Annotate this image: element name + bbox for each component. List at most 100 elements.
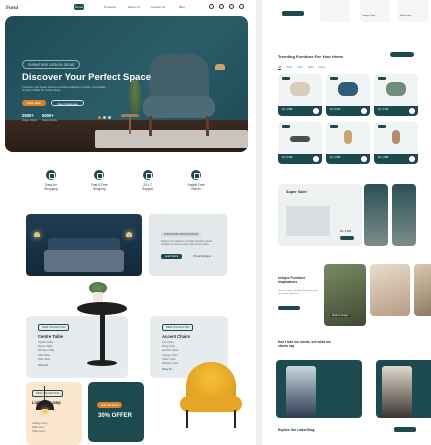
view-all-products-button[interactable] <box>390 52 414 57</box>
shop-all-link[interactable]: Shop All <box>162 368 178 372</box>
learn-more-button[interactable]: Learn More <box>161 254 183 259</box>
tab-sofa[interactable]: Sofa <box>297 66 302 70</box>
nav-links: Home Products About Us Contact Us Blog <box>74 4 194 10</box>
hero-description: Transform your space with our exclusive … <box>22 86 106 93</box>
search-icon[interactable] <box>209 4 214 9</box>
nav-link-home[interactable]: Home <box>74 4 84 10</box>
add-cart-icon <box>409 108 415 114</box>
view-all-blog-button[interactable] <box>394 427 416 432</box>
side-table-image <box>121 114 139 134</box>
product-card[interactable]: Rs. 5,499 <box>278 122 322 164</box>
bedroom-image <box>26 214 142 276</box>
product-thumb[interactable] <box>320 0 350 22</box>
hero-title: Discover Your Perfect Space <box>22 72 152 83</box>
offer-tag: FURNITURE DESIGN IDEAS <box>161 232 202 237</box>
inspiration-image[interactable]: Modern Design <box>324 264 366 326</box>
armchair-image <box>143 54 215 138</box>
truck-icon <box>46 170 56 180</box>
product-thumb[interactable]: Lounge Chair <box>360 0 390 22</box>
view-catalogue-button[interactable]: View Catalogue <box>51 100 84 106</box>
add-cart-icon <box>313 156 319 162</box>
inspiration-image[interactable] <box>414 264 431 316</box>
virtual-designer-link[interactable]: Virtual Designer <box>193 255 211 258</box>
sale-shop-button[interactable] <box>340 236 354 240</box>
product-card[interactable]: Rs. 4,599 <box>278 74 322 116</box>
collection-list: Ceiling Lamp Wall Lamp Table Lamp <box>32 422 47 435</box>
trending-title: Trending Furniture For Your Home <box>278 54 344 59</box>
hero-badge: FURNITURE DESIGN IDEAS <box>22 60 81 69</box>
add-cart-icon <box>409 156 415 162</box>
user-icon[interactable] <box>239 4 244 9</box>
sale-title: Super Sale! <box>286 190 307 194</box>
list-item[interactable]: Table Lamp <box>32 430 47 434</box>
list-item[interactable]: Side Table <box>38 358 55 362</box>
nav-link-contact[interactable]: Contact Us <box>146 4 170 10</box>
shop-now-button[interactable]: Shop Now <box>22 100 46 106</box>
testimonial-title: Don't take our words, see what our clien… <box>278 340 331 349</box>
add-cart-icon <box>361 108 367 114</box>
nav-link-blog[interactable]: Blog <box>170 4 194 10</box>
super-sale-card: Super Sale! Rs. 2,999 <box>278 184 362 246</box>
product-thumb[interactable]: White Chair <box>398 0 428 22</box>
discount-title: 30% OFFER <box>98 413 133 419</box>
cart-icon[interactable] <box>229 4 234 9</box>
explore-more-button[interactable] <box>278 306 300 310</box>
brand-logo[interactable]: Furni <box>6 6 26 11</box>
product-card[interactable]: Rs. 6,200 <box>326 74 370 116</box>
dining-room-image <box>286 206 330 236</box>
landing-page-right: Lounge Chair White Chair Trending Furnit… <box>262 0 431 445</box>
nav-link-about[interactable]: About Us <box>122 4 146 10</box>
plant-image <box>129 78 141 114</box>
yellow-chair-image <box>180 362 242 432</box>
super-sale-section: Super Sale! Rs. 2,999 <box>278 184 418 246</box>
hero-banner: FURNITURE DESIGN IDEAS Discover Your Per… <box>5 16 248 152</box>
add-cart-icon <box>313 108 319 114</box>
top-nav: Furni Home Products About Us Contact Us … <box>6 4 250 12</box>
discount-card[interactable]: Only this Week 30% OFFER <box>88 382 144 442</box>
inspiration-text: Discover unique designs that inspire you… <box>278 290 319 295</box>
product-card[interactable]: Rs. 3,799 <box>374 74 418 116</box>
feature-item: Hassel Free Return <box>181 170 211 194</box>
offer-text: Explore our collection of modern furnitu… <box>161 240 213 247</box>
nav-link-products[interactable]: Products <box>98 4 122 10</box>
collection-title: Centre Table <box>38 334 64 339</box>
collection-title: Accent Chairs <box>162 334 191 339</box>
hero-stat: 5000+ Happy Clients <box>42 113 57 122</box>
testimonial-card <box>376 360 431 418</box>
list-item[interactable]: Recliner Chair <box>162 349 178 353</box>
top-shop-button[interactable] <box>282 11 304 16</box>
collection-tag: NEW COLLECTION <box>32 390 64 397</box>
carousel-dots[interactable] <box>98 116 111 119</box>
discount-pill: Only this Week <box>97 402 123 408</box>
product-card[interactable]: Rs. 2,999 <box>326 122 370 164</box>
inspiration-title: Unique Furniture Inspirations <box>278 276 306 285</box>
heart-icon[interactable] <box>219 4 224 9</box>
lamp-image <box>215 64 225 70</box>
testimonial-card <box>276 360 362 418</box>
kitchen-image[interactable] <box>392 184 416 246</box>
feature-item: 24 x 7 Support <box>133 170 163 194</box>
return-icon <box>190 170 201 180</box>
product-card[interactable]: Rs. 1,899 <box>374 122 418 164</box>
feature-item: Easy for Shopping <box>36 170 66 194</box>
add-cart-icon <box>361 156 367 162</box>
list-item[interactable]: Rocking Chair <box>162 362 178 366</box>
tab-lamp[interactable]: Lamp <box>319 66 326 70</box>
shop-all-link[interactable]: Shop All <box>38 364 55 368</box>
collection-list: Arm Chair Wing Chair Recliner Chair Loun… <box>162 341 178 372</box>
tab-table[interactable]: Table <box>307 66 313 70</box>
box-icon <box>94 170 105 180</box>
collection-tag: NEW COLLECTION <box>162 324 194 331</box>
inspiration-image[interactable] <box>370 264 410 316</box>
sale-price: Rs. 2,999 <box>340 230 352 233</box>
category-tabs: All Chair Sofa Table Lamp <box>278 66 325 70</box>
client-photo <box>382 366 412 418</box>
collection-list: Square Table Round Table Wooden Table So… <box>38 341 55 368</box>
list-item[interactable]: Wooden Table <box>38 349 55 353</box>
tab-chair[interactable]: Chair <box>286 66 292 70</box>
headset-icon <box>142 170 153 180</box>
tab-all[interactable]: All <box>278 66 281 70</box>
kitchen-image[interactable] <box>364 184 388 246</box>
nav-icons <box>209 4 244 9</box>
client-photo <box>286 366 316 418</box>
